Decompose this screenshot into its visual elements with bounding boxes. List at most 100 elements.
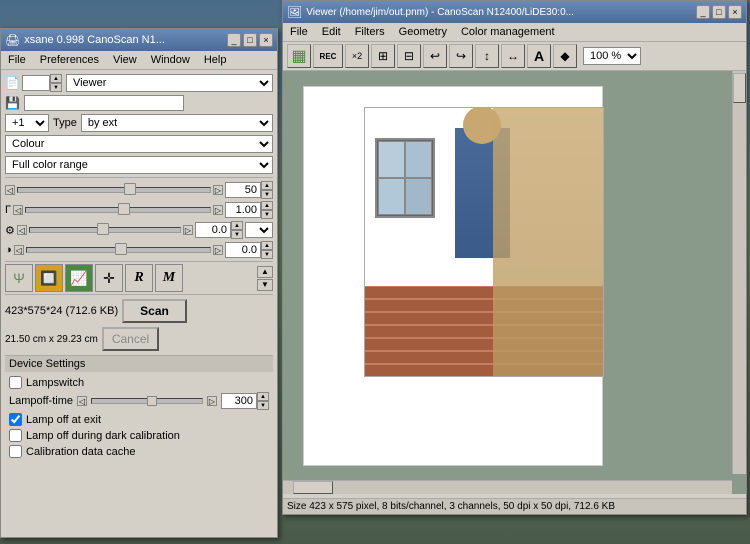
mirror-button[interactable]: M bbox=[155, 264, 183, 292]
slider1-value[interactable] bbox=[225, 202, 261, 218]
histogram-button[interactable]: 🔲 bbox=[35, 264, 63, 292]
lampoff-thumb[interactable] bbox=[147, 396, 157, 406]
slider0-right[interactable]: ▷ bbox=[213, 185, 223, 195]
scroll-up-button[interactable]: ▲ bbox=[257, 266, 273, 278]
slider3-track[interactable] bbox=[26, 247, 211, 253]
slider0-track[interactable] bbox=[17, 187, 211, 193]
slider2-dropdown[interactable] bbox=[245, 222, 273, 238]
viewer-tool-rec[interactable]: REC bbox=[313, 44, 343, 68]
sane-maximize-button[interactable]: □ bbox=[243, 33, 257, 47]
sane-menu-file[interactable]: File bbox=[5, 53, 29, 67]
offset-select[interactable]: +1 bbox=[5, 114, 49, 132]
slider3-right[interactable]: ▷ bbox=[213, 245, 223, 255]
viewer-menubar: File Edit Filters Geometry Color managem… bbox=[283, 23, 746, 42]
viewer-dropdown[interactable]: Viewer bbox=[66, 74, 273, 92]
viewer-menu-geometry[interactable]: Geometry bbox=[396, 25, 450, 39]
sane-menu-view[interactable]: View bbox=[110, 53, 140, 67]
channel-icon-button[interactable]: Ψ bbox=[5, 264, 33, 292]
color-mode-select[interactable]: Colour bbox=[5, 135, 273, 153]
viewer-menu-file[interactable]: File bbox=[287, 25, 311, 39]
scrollbar-horizontal[interactable] bbox=[283, 480, 732, 494]
viewer-tool-diamond[interactable]: ◆ bbox=[553, 44, 577, 68]
slider2-right[interactable]: ▷ bbox=[183, 225, 193, 235]
slider1-track[interactable] bbox=[25, 207, 211, 213]
viewer-menu-filters[interactable]: Filters bbox=[352, 25, 388, 39]
lampswitch-checkbox[interactable] bbox=[9, 376, 22, 389]
lampoff-left[interactable]: ◁ bbox=[77, 396, 87, 406]
page-down-button[interactable]: ▼ bbox=[50, 83, 62, 92]
slider1-right[interactable]: ▷ bbox=[213, 205, 223, 215]
viewer-maximize-button[interactable]: □ bbox=[712, 5, 726, 19]
lampswitch-label: Lampswitch bbox=[26, 377, 84, 389]
viewer-tool-zoom-out[interactable]: ⊟ bbox=[397, 44, 421, 68]
lampoff-down[interactable]: ▼ bbox=[257, 401, 269, 410]
viewer-tool-zoom-in[interactable]: ⊞ bbox=[371, 44, 395, 68]
slider2-track[interactable] bbox=[29, 227, 181, 233]
calibration-cache-checkbox[interactable] bbox=[9, 445, 22, 458]
slider1-up[interactable]: ▲ bbox=[261, 201, 273, 210]
type-select[interactable]: by ext bbox=[81, 114, 273, 132]
page-up-button[interactable]: ▲ bbox=[50, 74, 62, 83]
viewer-tool-flip-v[interactable]: ↕ bbox=[475, 44, 499, 68]
lamp-off-dark-checkbox[interactable] bbox=[9, 429, 22, 442]
viewer-tool-rotate-cw[interactable]: ↪ bbox=[449, 44, 473, 68]
slider3-up[interactable]: ▲ bbox=[261, 241, 273, 250]
slider2-thumb[interactable] bbox=[97, 223, 109, 235]
filepath-row: 💾 /home/jim/out.pnm bbox=[5, 95, 273, 111]
viewer-minimize-button[interactable]: _ bbox=[696, 5, 710, 19]
sane-close-button[interactable]: × bbox=[259, 33, 273, 47]
lampoff-up[interactable]: ▲ bbox=[257, 392, 269, 401]
gamma-icon: Γ bbox=[5, 204, 11, 216]
sane-menu-help[interactable]: Help bbox=[201, 53, 230, 67]
slider3-thumb[interactable] bbox=[115, 243, 127, 255]
scroll-down-button[interactable]: ▼ bbox=[257, 279, 273, 291]
filepath-input[interactable]: /home/jim/out.pnm bbox=[24, 95, 184, 111]
scrollbar-v-thumb[interactable] bbox=[733, 73, 746, 103]
slider2-up[interactable]: ▲ bbox=[231, 221, 243, 230]
device-settings-content: Lampswitch Lampoff-time ◁ ▷ ▲ ▼ bbox=[5, 372, 273, 465]
page-number-input[interactable]: 1 bbox=[22, 75, 50, 91]
lampoff-value[interactable] bbox=[221, 393, 257, 409]
settings-icon: ⚙ bbox=[5, 224, 15, 237]
lamp-off-exit-checkbox[interactable] bbox=[9, 413, 22, 426]
crosshair-button[interactable]: ✛ bbox=[95, 264, 123, 292]
viewer-tool-text[interactable]: A bbox=[527, 44, 551, 68]
slider3-left[interactable]: ◁ bbox=[14, 245, 24, 255]
viewer-menu-color-management[interactable]: Color management bbox=[458, 25, 558, 39]
slider2-down[interactable]: ▼ bbox=[231, 230, 243, 239]
slider3-value[interactable] bbox=[225, 242, 261, 258]
viewer-tool-grid[interactable]: ▦ bbox=[287, 44, 311, 68]
color-range-select[interactable]: Full color range bbox=[5, 156, 273, 174]
slider0-down[interactable]: ▼ bbox=[261, 190, 273, 199]
viewer-tool-flip-h[interactable]: ↔ bbox=[501, 44, 525, 68]
viewer-menu-edit[interactable]: Edit bbox=[319, 25, 344, 39]
slider2-value[interactable] bbox=[195, 222, 231, 238]
slider1-thumb[interactable] bbox=[118, 203, 130, 215]
lamp-off-exit-label: Lamp off at exit bbox=[26, 414, 101, 426]
sane-minimize-button[interactable]: _ bbox=[227, 33, 241, 47]
icon-toolbar: Ψ 🔲 📈 ✛ R M ▲ ▼ bbox=[5, 261, 273, 295]
curve-button[interactable]: 📈 bbox=[65, 264, 93, 292]
sane-menu-window[interactable]: Window bbox=[148, 53, 193, 67]
rotate-button[interactable]: R bbox=[125, 264, 153, 292]
slider3-down[interactable]: ▼ bbox=[261, 250, 273, 259]
viewer-close-button[interactable]: × bbox=[728, 5, 742, 19]
scan-button[interactable]: Scan bbox=[122, 299, 187, 323]
slider0-up[interactable]: ▲ bbox=[261, 181, 273, 190]
lampoff-slider[interactable] bbox=[91, 398, 203, 404]
lampoff-right[interactable]: ▷ bbox=[207, 396, 217, 406]
slider1-down[interactable]: ▼ bbox=[261, 210, 273, 219]
sane-menu-preferences[interactable]: Preferences bbox=[37, 53, 102, 67]
calibration-cache-label: Calibration data cache bbox=[26, 446, 135, 458]
slider0-thumb[interactable] bbox=[124, 183, 136, 195]
scrollbar-vertical[interactable] bbox=[732, 71, 746, 474]
zoom-select[interactable]: 100 % bbox=[583, 47, 641, 65]
scrollbar-h-thumb[interactable] bbox=[293, 481, 333, 494]
slider1-left[interactable]: ◁ bbox=[13, 205, 23, 215]
slider0-left[interactable]: ◁ bbox=[5, 185, 15, 195]
cancel-button[interactable]: Cancel bbox=[102, 327, 159, 351]
viewer-tool-rotate-ccw[interactable]: ↩ bbox=[423, 44, 447, 68]
slider2-left[interactable]: ◁ bbox=[17, 225, 27, 235]
slider0-value[interactable] bbox=[225, 182, 261, 198]
viewer-tool-zoom2x[interactable]: ×2 bbox=[345, 44, 369, 68]
